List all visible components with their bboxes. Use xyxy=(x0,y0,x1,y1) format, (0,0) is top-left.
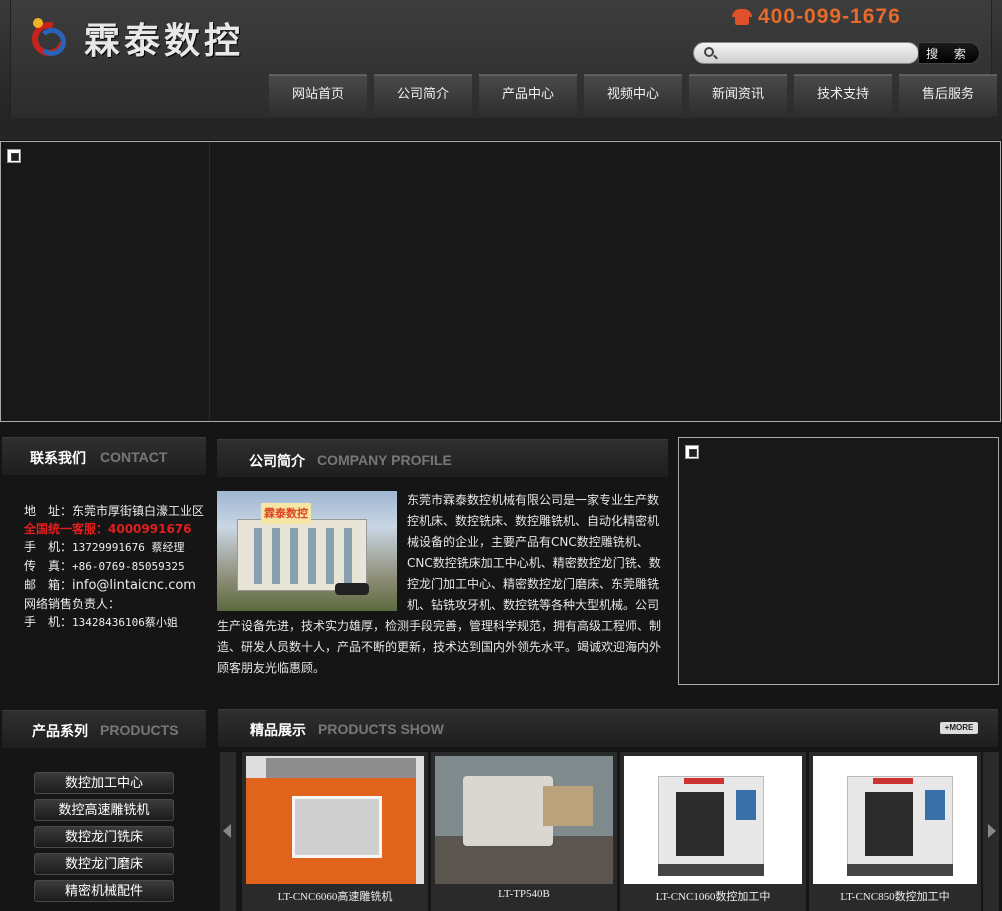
product-caption[interactable]: LT-TP540B xyxy=(431,888,617,900)
contact-email[interactable]: info@lintaicnc.com xyxy=(72,578,196,593)
carousel-prev-button[interactable] xyxy=(220,752,236,911)
broken-plugin-icon xyxy=(685,445,699,459)
product-card[interactable]: LT-CNC1060数控加工中 xyxy=(620,752,806,911)
products-title-cn: 产品系列 xyxy=(32,724,88,740)
product-card[interactable]: LT-CNC6060高速雕铣机 xyxy=(242,752,428,911)
contact-mobile-row: 手 机：13729991676 蔡经理 xyxy=(24,538,210,557)
contact-title-cn: 联系我们 xyxy=(30,451,86,467)
profile-title-cn: 公司简介 xyxy=(249,454,305,470)
contact-heading: 联系我们 CONTACT xyxy=(2,437,206,475)
right-media-box xyxy=(678,437,999,685)
search-box xyxy=(693,42,919,64)
search-input[interactable] xyxy=(720,45,910,61)
product-image[interactable] xyxy=(624,756,802,884)
product-caption[interactable]: LT-CNC6060高速雕铣机 xyxy=(242,888,428,904)
nav-item-news[interactable]: 新闻资讯 xyxy=(689,74,787,116)
search-icon xyxy=(704,47,714,57)
phone-icon xyxy=(730,7,754,27)
products-heading: 产品系列 PRODUCTS xyxy=(2,710,206,748)
contact-sales-row: 手 机：13428436106蔡小姐 xyxy=(24,613,210,632)
logo-icon xyxy=(25,15,73,63)
contact-email-label: 邮 箱： xyxy=(24,578,73,592)
contact-email-row: 邮 箱：info@lintaicnc.com xyxy=(24,576,210,595)
nav-item-home[interactable]: 网站首页 xyxy=(269,74,367,116)
product-image[interactable] xyxy=(246,756,424,884)
hotline: 400-099-1676 xyxy=(730,4,901,30)
product-card[interactable]: LT-TP540B xyxy=(431,752,617,911)
nav-item-products[interactable]: 产品中心 xyxy=(479,74,577,116)
contact-mobile: 13729991676 蔡经理 xyxy=(72,541,185,554)
profile-title-en: COMPANY PROFILE xyxy=(317,452,452,468)
site-logo[interactable]: 霖泰数控 xyxy=(25,14,270,63)
chevron-left-icon xyxy=(223,824,231,838)
building-sign: 霖泰数控 xyxy=(261,503,311,524)
nav-item-about[interactable]: 公司简介 xyxy=(374,74,472,116)
banner-left-column xyxy=(1,142,210,421)
profile-content: 霖泰数控 东莞市霖泰数控机械有限公司是一家专业生产数控机床、数控铣床、数控雕铣机… xyxy=(217,490,665,679)
company-building-image: 霖泰数控 xyxy=(217,491,397,611)
contact-fax-label: 传 真： xyxy=(24,559,73,573)
nav-item-support[interactable]: 技术支持 xyxy=(794,74,892,116)
hotline-number: 400-099-1676 xyxy=(758,5,901,28)
category-item[interactable]: 数控龙门磨床 xyxy=(34,853,174,875)
main-nav: 网站首页 公司简介 产品中心 视频中心 新闻资讯 技术支持 售后服务 xyxy=(262,74,997,116)
product-image[interactable] xyxy=(435,756,613,884)
showcase-title-en: PRODUCTS SHOW xyxy=(318,721,444,737)
header-divider xyxy=(0,118,1002,140)
page: 霖泰数控 400-099-1676 搜 索 网站首页 公司简介 产品中心 视频中… xyxy=(0,0,1002,911)
logo-text: 霖泰数控 xyxy=(84,21,245,62)
nav-item-service[interactable]: 售后服务 xyxy=(899,74,997,116)
contact-sales-mobile-label: 手 机： xyxy=(24,615,73,629)
products-title-en: PRODUCTS xyxy=(100,722,179,738)
contact-sales-mobile: 13428436106蔡小姐 xyxy=(72,616,178,629)
broken-plugin-icon xyxy=(7,149,21,163)
category-item[interactable]: 数控加工中心 xyxy=(34,772,174,794)
contact-fax: +86-0769-85059325 xyxy=(72,560,185,573)
product-caption[interactable]: LT-CNC850数控加工中 xyxy=(809,888,981,904)
category-item[interactable]: 数控龙门铣床 xyxy=(34,826,174,848)
category-item[interactable]: 数控高速雕铣机 xyxy=(34,799,174,821)
contact-info: 地 址：东莞市厚街镇白濠工业区 全国统一客服：4000991676 手 机：13… xyxy=(24,502,210,632)
contact-title-en: CONTACT xyxy=(100,449,168,465)
product-image[interactable] xyxy=(813,756,977,884)
more-button[interactable]: +MORE xyxy=(940,722,978,734)
header: 霖泰数控 400-099-1676 搜 索 网站首页 公司简介 产品中心 视频中… xyxy=(0,0,1002,118)
search-button[interactable]: 搜 索 xyxy=(918,42,980,64)
chevron-right-icon xyxy=(988,824,996,838)
showcase-heading: 精品展示 PRODUCTS SHOW xyxy=(218,709,998,747)
profile-heading: 公司简介 COMPANY PROFILE xyxy=(217,439,668,477)
showcase-title-cn: 精品展示 xyxy=(250,723,306,739)
contact-fax-row: 传 真：+86-0769-85059325 xyxy=(24,557,210,576)
nav-item-videos[interactable]: 视频中心 xyxy=(584,74,682,116)
contact-hotline: 全国统一客服：4000991676 xyxy=(24,522,192,536)
carousel-next-button[interactable] xyxy=(983,752,999,911)
contact-sales-label: 网络销售负责人： xyxy=(24,597,121,611)
contact-address: 地 址：东莞市厚街镇白濠工业区 xyxy=(24,504,205,518)
product-card[interactable]: LT-CNC850数控加工中 xyxy=(809,752,981,911)
banner xyxy=(0,141,1001,422)
product-caption[interactable]: LT-CNC1060数控加工中 xyxy=(620,888,806,904)
category-item[interactable]: 精密机械配件 xyxy=(34,880,174,902)
product-category-list: 数控加工中心 数控高速雕铣机 数控龙门铣床 数控龙门磨床 精密机械配件 xyxy=(34,772,174,907)
contact-mobile-label: 手 机： xyxy=(24,540,73,554)
